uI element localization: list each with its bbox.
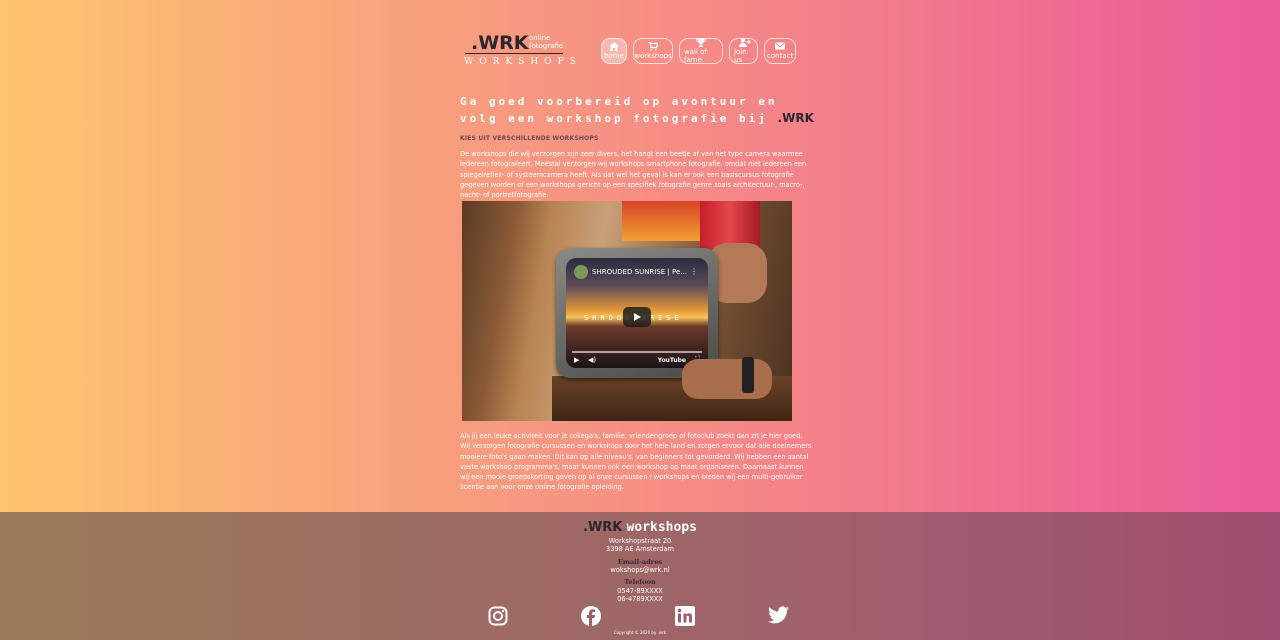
headline-text: Ga goed voorbereid op avontuur en volg e…: [460, 95, 778, 125]
trophy-icon: [696, 38, 706, 47]
background-sign: [622, 201, 702, 241]
nav-label-home: home: [604, 52, 624, 60]
cart-icon: [648, 42, 658, 51]
site-footer: .WRK workshops Workshopstraat 20 3398 AE…: [0, 512, 1280, 640]
envelope-icon: [775, 42, 785, 51]
footer-brand: .WRK workshops: [0, 520, 1280, 535]
logo-subtitle: online fotografie: [529, 34, 563, 50]
footer-phone-2[interactable]: 06-4789XXXX: [0, 595, 1280, 603]
footer-brand-workshops: workshops: [626, 520, 697, 535]
footer-phone-label: Telefoon: [624, 578, 656, 586]
logo-sub-line1: online: [529, 34, 551, 42]
footer-phone-1[interactable]: 0547-89XXXX: [0, 587, 1280, 595]
page-headline: Ga goed voorbereid op avontuur en volg e…: [460, 94, 820, 127]
main-nav: home workshops wall of fame join us cont…: [601, 38, 796, 64]
hand-bottom: [682, 359, 772, 399]
nav-item-workshops[interactable]: workshops: [633, 38, 673, 64]
nav-item-contact[interactable]: contact: [764, 38, 796, 64]
facebook-icon[interactable]: [581, 606, 601, 626]
nav-label-wall-of-fame: wall of fame: [684, 48, 707, 64]
nav-label-workshops: workshops: [634, 52, 672, 60]
instagram-icon[interactable]: [488, 606, 508, 626]
nav-label-join-us: join us: [734, 48, 747, 64]
linkedin-icon[interactable]: [675, 606, 695, 626]
footer-address-city: 3398 AE Amsterdam: [606, 545, 674, 553]
nav-item-wall-of-fame[interactable]: wall of fame: [679, 38, 723, 64]
footer-email-label: Email-adres: [617, 558, 663, 566]
nav-item-join-us[interactable]: join us: [729, 38, 758, 64]
footer-brand-wrk: .WRK: [583, 520, 623, 535]
channel-avatar[interactable]: [574, 265, 588, 279]
details-paragraph: Als jij een leuke activiteit voor je col…: [460, 432, 812, 492]
copyright: Copyright © 2020 by .wrk: [613, 630, 667, 635]
youtube-logo[interactable]: YouTube: [658, 357, 686, 364]
wristwatch: [742, 357, 754, 393]
fire-extinguisher: [700, 201, 760, 249]
control-play-icon[interactable]: ▶: [574, 356, 579, 364]
video-screen[interactable]: SHROUDED SUNRISE | Pe... ⋮ SHROUD NRISE …: [566, 258, 708, 368]
intro-paragraph: De workshops die wij verzorgen zijn zeer…: [460, 150, 807, 200]
logo-sub-line2: fotografie: [529, 42, 564, 50]
headline-brand: .WRK: [777, 111, 814, 125]
nav-item-home[interactable]: home: [601, 38, 627, 64]
volume-icon[interactable]: ◀): [588, 356, 596, 364]
progress-bar[interactable]: [572, 351, 702, 353]
user-plus-icon: [738, 38, 751, 47]
play-button[interactable]: [623, 307, 651, 327]
twitter-icon[interactable]: [768, 606, 789, 626]
site-logo[interactable]: .WRK online fotografie WORKSHOPS: [463, 32, 576, 70]
more-options-icon[interactable]: ⋮: [690, 267, 698, 276]
home-icon: [609, 42, 619, 51]
logo-divider: [465, 53, 563, 54]
video-embed[interactable]: SHROUDED SUNRISE | Pe... ⋮ SHROUD NRISE …: [462, 201, 792, 421]
page: .WRK online fotografie WORKSHOPS home wo…: [0, 0, 1280, 512]
social-links: [0, 606, 1280, 628]
footer-email[interactable]: wokshops@wrk.nl: [0, 566, 1280, 574]
section-subhead: KIES UIT VERSCHILLENDE WORKSHOPS: [460, 135, 599, 142]
video-title[interactable]: SHROUDED SUNRISE | Pe...: [592, 268, 687, 276]
logo-brand: .WRK: [471, 32, 529, 54]
nav-label-contact: contact: [766, 52, 794, 60]
footer-address-street: Workshopstraat 20: [608, 537, 672, 545]
logo-workshops: WORKSHOPS: [464, 57, 582, 67]
